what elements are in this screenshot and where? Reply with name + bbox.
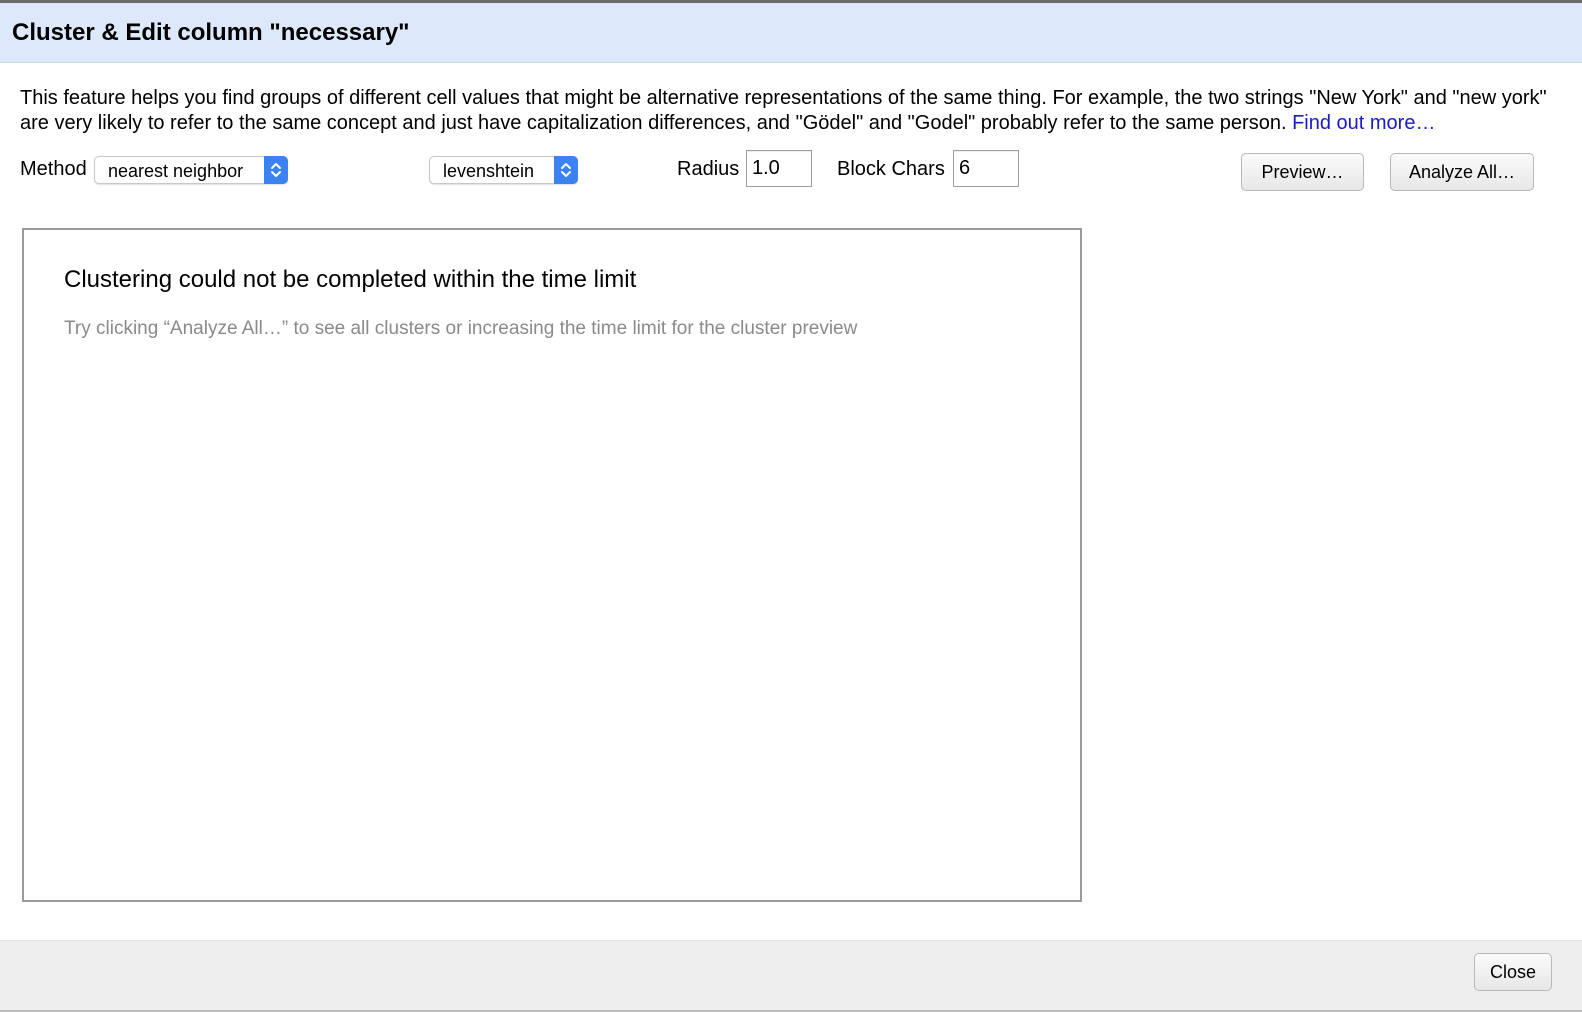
feature-description: This feature helps you find groups of di… — [20, 86, 1565, 136]
dialog-title: Cluster & Edit column "necessary" — [12, 19, 410, 46]
radius-input[interactable] — [747, 151, 811, 186]
method-label: Method — [20, 158, 87, 180]
dialog-header: Cluster & Edit column "necessary" — [0, 3, 1582, 63]
method-select-value: nearest neighbor — [108, 161, 244, 181]
distance-function-value: levenshtein — [443, 161, 535, 181]
time-limit-hint: Try clicking “Analyze All…” to see all c… — [64, 318, 858, 339]
close-button[interactable]: Close — [1474, 953, 1552, 991]
cluster-results-panel: Clustering could not be completed within… — [22, 228, 1082, 902]
block-chars-input[interactable] — [954, 151, 1018, 186]
block-chars-label: Block Chars — [837, 158, 945, 180]
block-chars-input-box — [953, 150, 1019, 187]
radius-label: Radius — [677, 158, 740, 180]
select-arrows-icon — [554, 156, 578, 184]
select-arrows-icon — [264, 156, 288, 184]
time-limit-message: Clustering could not be completed within… — [64, 266, 637, 293]
find-out-more-link[interactable]: Find out more… — [1292, 112, 1435, 134]
dialog-footer: Close — [0, 940, 1582, 1012]
distance-function-select[interactable]: levenshtein — [429, 156, 578, 184]
radius-input-box — [746, 150, 812, 187]
analyze-all-button[interactable]: Analyze All… — [1390, 153, 1534, 191]
preview-button[interactable]: Preview… — [1241, 153, 1364, 191]
method-select[interactable]: nearest neighbor — [94, 156, 288, 184]
